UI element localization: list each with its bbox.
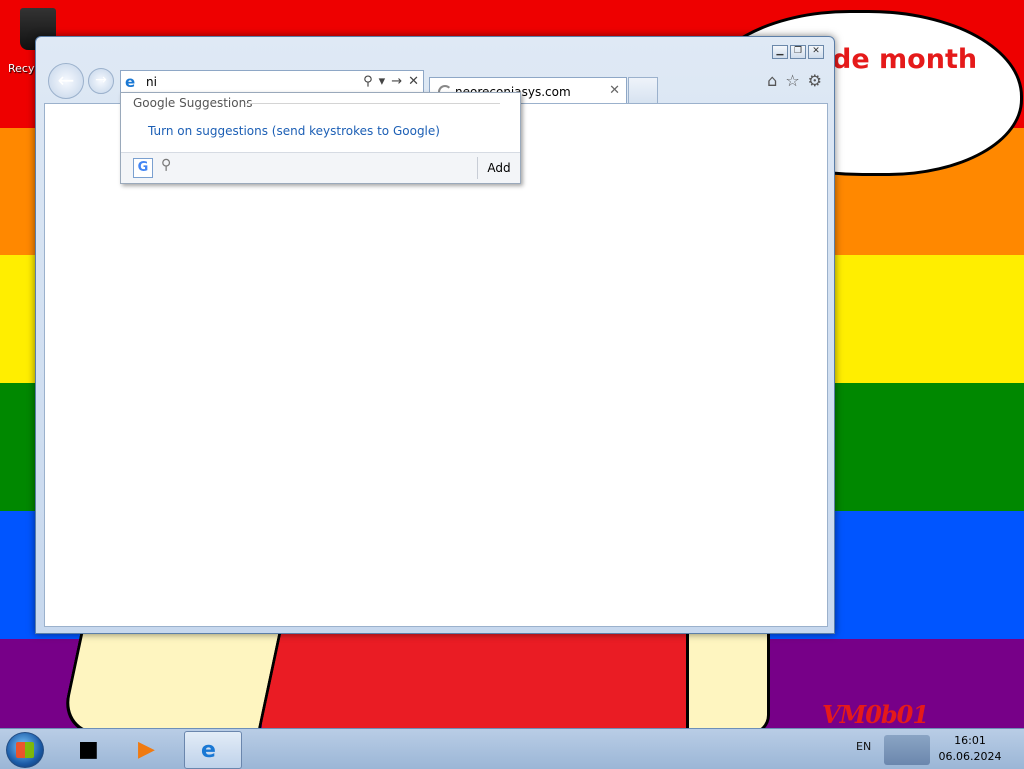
address-input[interactable]: ni (146, 75, 157, 89)
turn-on-suggestions-link[interactable]: Turn on suggestions (send keystrokes to … (148, 124, 440, 138)
tab-close-icon[interactable]: ✕ (609, 83, 620, 98)
internet-explorer-icon: e (201, 738, 216, 763)
command-icons: ⌂ ☆ ⚙ (767, 71, 822, 90)
drawing-right-arm (686, 628, 770, 735)
new-tab-button[interactable] (628, 77, 658, 104)
window-controls: ▁ ❐ ✕ (772, 45, 824, 59)
clock-date: 06.06.2024 (938, 750, 1002, 763)
search-icon[interactable]: ⚲ (363, 74, 373, 89)
tray-camera-icon[interactable] (884, 735, 930, 765)
search-provider-bar: G ⚲ Add (121, 152, 520, 183)
start-button[interactable] (6, 732, 44, 768)
taskbar-media-player[interactable]: ▶ (122, 731, 178, 767)
drawing-left-arm (58, 628, 283, 735)
clock[interactable]: 16:01 06.06.2024 (936, 733, 1004, 765)
address-suggestions-dropdown: Google Suggestions Turn on suggestions (… (120, 92, 521, 184)
restore-button[interactable]: ❐ (790, 45, 806, 59)
clock-time: 16:01 (954, 734, 986, 747)
ie-page-icon: e (125, 73, 136, 91)
back-button[interactable]: ← (48, 63, 84, 99)
settings-gear-icon[interactable]: ⚙ (808, 71, 822, 90)
stop-icon[interactable]: ✕ (408, 74, 419, 89)
suggestions-divider (245, 103, 500, 104)
media-player-icon: ▶ (138, 737, 155, 762)
wallpaper-signature: VM0b01 (822, 700, 929, 729)
taskbar-explorer[interactable]: ■ (62, 731, 118, 767)
address-tools: ⚲ ▾ → ✕ (363, 74, 419, 89)
explorer-icon: ■ (78, 737, 99, 762)
taskbar: ■ ▶ e EN 16:01 06.06.2024 (0, 728, 1024, 769)
search-provider-icon[interactable]: ⚲ (161, 157, 171, 173)
dropdown-arrow-icon[interactable]: ▾ (379, 74, 386, 89)
suggestions-header: Google Suggestions (133, 96, 253, 110)
back-arrow-icon: ← (57, 68, 75, 92)
windows-logo-icon (16, 742, 34, 758)
minimize-button[interactable]: ▁ (772, 45, 788, 59)
recycle-bin-label: Recy (8, 62, 35, 75)
speech-bubble-text: de month (832, 44, 978, 75)
home-icon[interactable]: ⌂ (767, 71, 777, 90)
forward-button[interactable]: → (88, 68, 114, 94)
drawing-body (262, 630, 698, 730)
taskbar-internet-explorer[interactable]: e (184, 731, 242, 769)
close-button[interactable]: ✕ (808, 45, 824, 59)
go-arrow-icon[interactable]: → (391, 74, 402, 89)
forward-arrow-icon: → (95, 72, 107, 88)
google-provider-icon[interactable]: G (133, 158, 153, 178)
favorites-star-icon[interactable]: ☆ (785, 71, 799, 90)
language-indicator[interactable]: EN (856, 740, 871, 753)
add-provider-button[interactable]: Add (477, 157, 520, 179)
